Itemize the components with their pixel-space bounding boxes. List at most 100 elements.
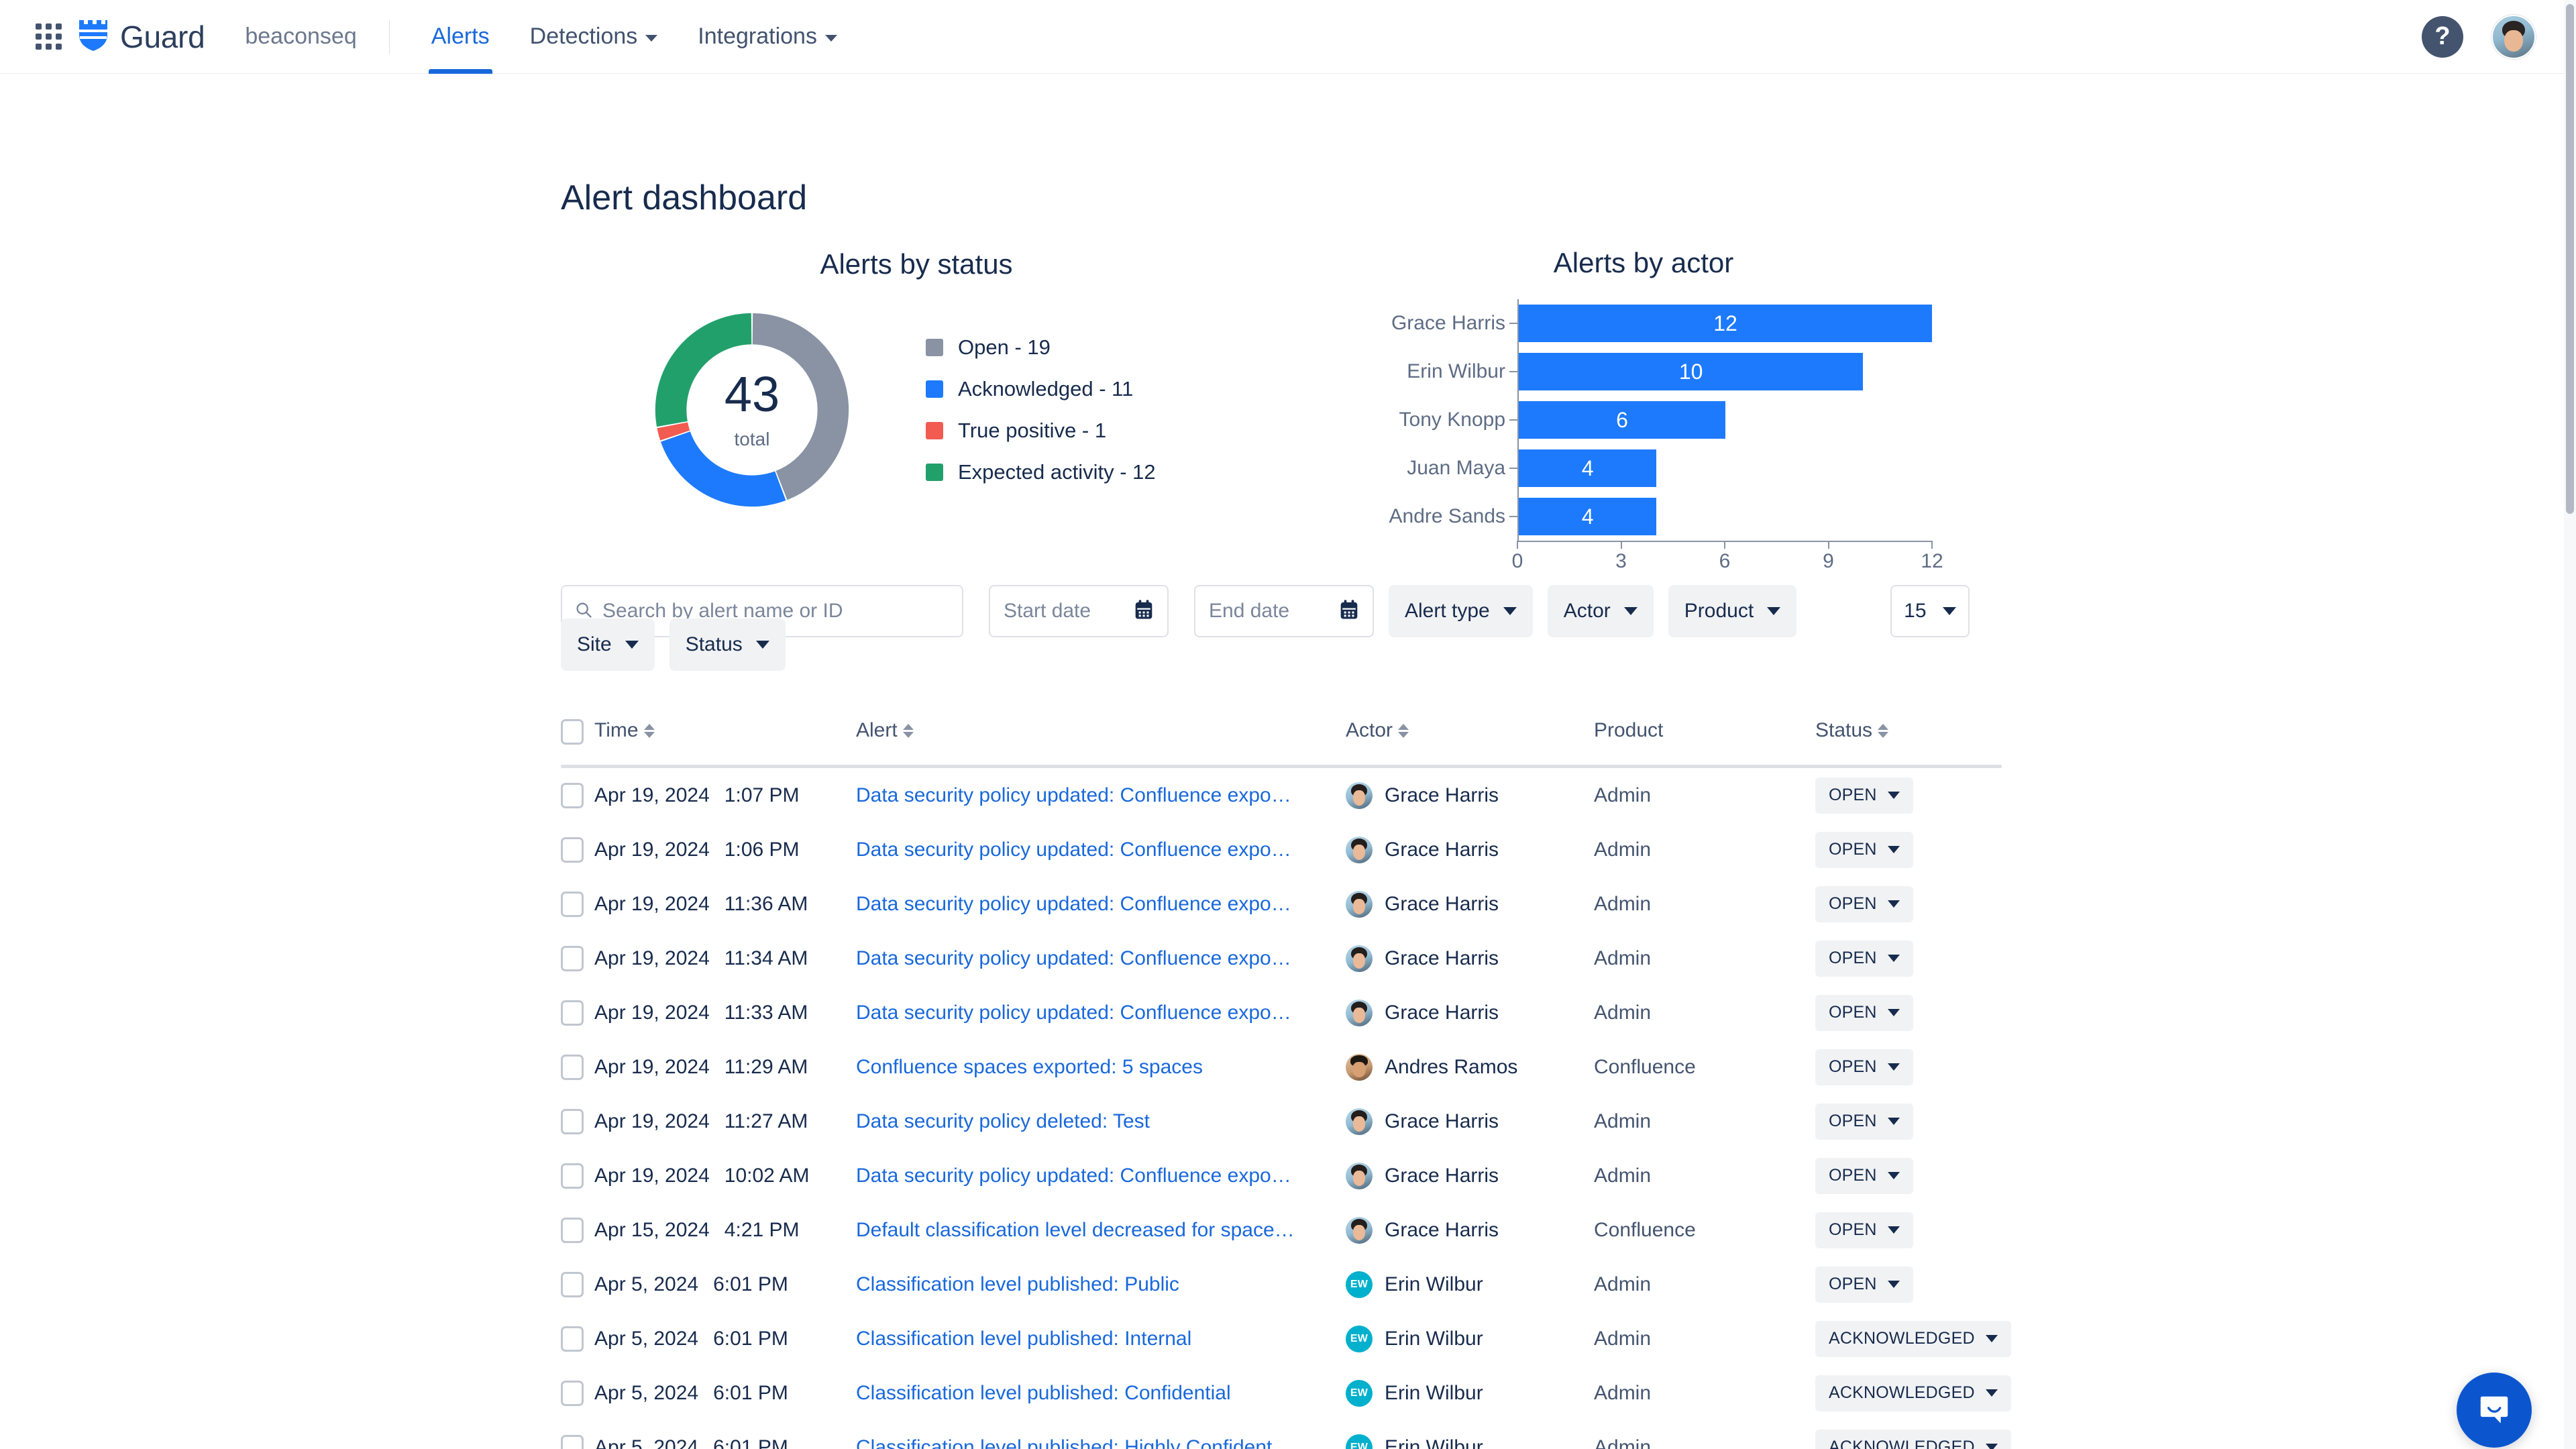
nav-item-integrations[interactable]: Integrations xyxy=(680,0,855,74)
table-row[interactable]: Apr 19, 2024 11:36 AM Data security policy… xyxy=(561,877,2002,931)
legend-item[interactable]: True positive - 1 xyxy=(926,419,1156,443)
alert-type-filter[interactable]: Alert type xyxy=(1389,585,1533,637)
alert-link[interactable]: Data security policy deleted: Test xyxy=(856,1110,1150,1132)
page-size-select[interactable]: 15 xyxy=(1890,585,1970,637)
user-avatar[interactable] xyxy=(2491,14,2536,59)
table-row[interactable]: Apr 19, 2024 11:33 AM Data security policy… xyxy=(561,985,2002,1040)
alert-link[interactable]: Classification level published: Confiden… xyxy=(856,1382,1231,1404)
product-filter[interactable]: Product xyxy=(1668,585,1797,637)
status-dropdown[interactable]: OPEN xyxy=(1815,1157,1913,1194)
grid-apps-icon[interactable] xyxy=(28,17,68,57)
row-checkbox[interactable] xyxy=(561,1108,584,1134)
alert-link[interactable]: Default classification level decreased f… xyxy=(856,1219,1295,1241)
bar-fill[interactable]: 12 xyxy=(1519,305,1932,342)
alert-link[interactable]: Classification level published: Internal xyxy=(856,1328,1191,1350)
bar-fill[interactable]: 10 xyxy=(1519,353,1864,390)
alert-link[interactable]: Data security policy updated: Confluence… xyxy=(856,893,1291,915)
status-dropdown[interactable]: OPEN xyxy=(1815,831,1913,868)
actor-filter[interactable]: Actor xyxy=(1547,585,1654,637)
nav-item-alerts[interactable]: Alerts xyxy=(414,0,507,74)
row-checkbox[interactable] xyxy=(561,1380,584,1406)
row-select-cell xyxy=(561,1380,594,1406)
status-dropdown[interactable]: ACKNOWLEDGED xyxy=(1815,1429,2011,1449)
status-dropdown[interactable]: OPEN xyxy=(1815,777,1913,814)
legend-item[interactable]: Acknowledged - 11 xyxy=(926,377,1156,401)
brand-name: Guard xyxy=(120,19,205,54)
status-badge: OPEN xyxy=(1829,1275,1877,1293)
alert-link[interactable]: Data security policy updated: Confluence… xyxy=(856,947,1291,969)
cell-product: Admin xyxy=(1594,1327,1652,1350)
row-checkbox[interactable] xyxy=(561,1326,584,1352)
table-row[interactable]: Apr 19, 2024 1:06 PM Data security policy … xyxy=(561,822,2002,877)
column-header-alert[interactable]: Alert xyxy=(856,719,1346,742)
bar-row: Juan Maya 4 xyxy=(1355,444,1932,492)
select-all-checkbox[interactable] xyxy=(561,719,584,745)
question-mark-icon[interactable]: ? xyxy=(2422,15,2463,58)
chevron-down-icon xyxy=(1623,607,1638,615)
alert-link[interactable]: Data security policy updated: Confluence… xyxy=(856,1165,1291,1187)
status-dropdown[interactable]: OPEN xyxy=(1815,1103,1913,1140)
x-tick-label: 12 xyxy=(1921,550,1943,572)
end-date-field[interactable]: End date xyxy=(1194,585,1374,637)
row-checkbox[interactable] xyxy=(561,1217,584,1243)
row-checkbox[interactable] xyxy=(561,782,584,808)
table-row[interactable]: Apr 19, 2024 10:02 AM Data security policy… xyxy=(561,1148,2002,1203)
start-date-field[interactable]: Start date xyxy=(989,585,1169,637)
column-header-status[interactable]: Status xyxy=(1815,719,2003,742)
alert-link[interactable]: Data security policy updated: Confluence… xyxy=(856,1002,1291,1024)
scrollbar-thumb[interactable] xyxy=(2566,4,2574,514)
table-row[interactable]: Apr 5, 2024 6:01 PM Classification level p… xyxy=(561,1311,2011,1366)
chat-bubble-icon[interactable] xyxy=(2457,1373,2532,1448)
bar-fill[interactable]: 6 xyxy=(1519,401,1725,439)
alert-link[interactable]: Data security policy updated: Confluence… xyxy=(856,839,1291,861)
status-dropdown[interactable]: ACKNOWLEDGED xyxy=(1815,1320,2011,1357)
cell-status: OPEN xyxy=(1815,1103,2003,1140)
brand-home-link[interactable]: Guard xyxy=(78,17,205,56)
row-checkbox[interactable] xyxy=(561,1434,584,1449)
column-header-time[interactable]: Time xyxy=(594,719,856,742)
actor-name: Erin Wilbur xyxy=(1385,1273,1483,1295)
row-checkbox[interactable] xyxy=(561,837,584,863)
row-select-cell xyxy=(561,1163,594,1189)
table-row[interactable]: Apr 19, 2024 11:27 AM Data security policy… xyxy=(561,1094,2002,1148)
status-dropdown[interactable]: OPEN xyxy=(1815,994,1913,1031)
row-checkbox[interactable] xyxy=(561,1271,584,1297)
avatar xyxy=(1346,782,1373,809)
site-filter[interactable]: Site xyxy=(561,619,655,671)
bar-track: 10 xyxy=(1517,347,1932,396)
status-filter[interactable]: Status xyxy=(669,619,786,671)
status-dropdown[interactable]: OPEN xyxy=(1815,1049,1913,1085)
status-dropdown[interactable]: ACKNOWLEDGED xyxy=(1815,1375,2011,1411)
row-checkbox[interactable] xyxy=(561,891,584,917)
row-checkbox[interactable] xyxy=(561,1054,584,1080)
table-row[interactable]: Apr 5, 2024 6:01 PM Classification level p… xyxy=(561,1257,2002,1311)
column-header-actor[interactable]: Actor xyxy=(1346,719,1594,742)
status-dropdown[interactable]: OPEN xyxy=(1815,1212,1913,1248)
table-row[interactable]: Apr 19, 2024 11:34 AM Data security policy… xyxy=(561,931,2002,985)
bar-fill[interactable]: 4 xyxy=(1519,449,1657,487)
table-row[interactable]: Apr 19, 2024 1:07 PM Data security policy … xyxy=(561,768,2002,822)
row-checkbox[interactable] xyxy=(561,1163,584,1189)
status-dropdown[interactable]: OPEN xyxy=(1815,885,1913,922)
page-scrollbar[interactable] xyxy=(2564,0,2576,1449)
actor-label: Actor xyxy=(1563,600,1611,622)
nav-item-detections[interactable]: Detections xyxy=(513,0,676,74)
status-dropdown[interactable]: OPEN xyxy=(1815,1266,1913,1303)
table-row[interactable]: Apr 5, 2024 6:01 PM Classification level p… xyxy=(561,1420,2011,1449)
row-checkbox[interactable] xyxy=(561,945,584,971)
alert-link[interactable]: Classification level published: Highly C… xyxy=(856,1436,1292,1449)
legend-item[interactable]: Open - 19 xyxy=(926,335,1156,360)
table-row[interactable]: Apr 5, 2024 6:01 PM Classification level p… xyxy=(561,1366,2011,1420)
alert-link[interactable]: Data security policy updated: Confluence… xyxy=(856,784,1291,806)
alert-link[interactable]: Classification level published: Public xyxy=(856,1273,1179,1295)
chevron-down-icon xyxy=(1503,607,1517,615)
status-dropdown[interactable]: OPEN xyxy=(1815,940,1913,977)
legend-item[interactable]: Expected activity - 12 xyxy=(926,460,1156,484)
bar-fill[interactable]: 4 xyxy=(1519,498,1657,535)
table-row[interactable]: Apr 19, 2024 11:29 AM Confluence spaces ex… xyxy=(561,1040,2002,1094)
site-name[interactable]: beaconseq xyxy=(245,23,356,50)
table-row[interactable]: Apr 15, 2024 4:21 PM Default classificatio… xyxy=(561,1203,2002,1257)
alert-link[interactable]: Confluence spaces exported: 5 spaces xyxy=(856,1056,1203,1078)
row-select-cell xyxy=(561,891,594,917)
row-checkbox[interactable] xyxy=(561,1000,584,1026)
